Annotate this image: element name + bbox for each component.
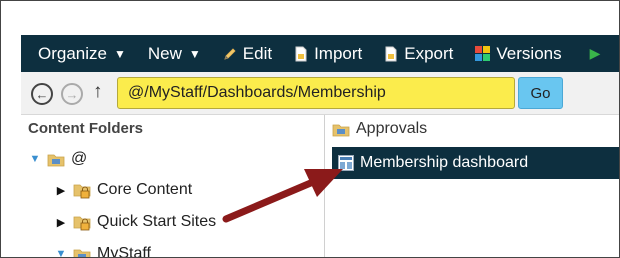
- new-menu-button[interactable]: New ▼: [148, 44, 201, 64]
- expand-triangle-icon[interactable]: ▼: [29, 153, 41, 165]
- collapse-triangle-icon[interactable]: ▶: [55, 216, 67, 229]
- caret-down-icon: ▼: [113, 46, 126, 61]
- list-item-label: Approvals: [356, 120, 428, 137]
- import-button[interactable]: Import: [294, 44, 362, 64]
- application-window: Organize ▼ New ▼ Edit Import Export Vers…: [0, 0, 620, 258]
- locked-folder-icon: [73, 216, 91, 230]
- edit-label: Edit: [242, 43, 273, 63]
- tree-item-quick-start-sites[interactable]: ▶ Quick Start Sites: [55, 213, 216, 231]
- import-document-icon: [295, 46, 307, 61]
- tree-item-root[interactable]: ▼ @: [29, 150, 88, 168]
- tree-item-core-content[interactable]: ▶ Core Content: [55, 181, 192, 199]
- up-arrow-icon[interactable]: ↑: [93, 81, 103, 103]
- content-folders-pane: Content Folders ▼ @ ▶ Core Content ▶ Qui…: [21, 115, 325, 258]
- list-item-approvals[interactable]: Approvals: [332, 120, 427, 138]
- folder-icon: [73, 249, 91, 257]
- top-blank-strip: [1, 1, 619, 35]
- organize-label: Organize: [38, 43, 107, 63]
- export-document-icon: [385, 46, 397, 61]
- caret-down-icon: ▼: [188, 46, 201, 61]
- back-arrow-icon[interactable]: ←: [31, 83, 53, 105]
- export-label: Export: [404, 43, 454, 63]
- main-toolbar: Organize ▼ New ▼ Edit Import Export Vers…: [21, 35, 619, 72]
- versions-grid-icon: [475, 46, 491, 61]
- versions-label: Versions: [496, 43, 562, 63]
- run-play-icon[interactable]: ▶: [590, 45, 601, 62]
- edit-button[interactable]: Edit: [223, 44, 272, 64]
- expand-triangle-icon[interactable]: ▼: [55, 248, 67, 257]
- go-button[interactable]: Go: [518, 77, 563, 109]
- dashboard-icon: [338, 155, 354, 171]
- versions-button[interactable]: Versions: [475, 43, 562, 64]
- path-input[interactable]: [117, 77, 515, 109]
- tree-item-mystaff[interactable]: ▼ MyStaff: [55, 245, 151, 258]
- folder-contents-pane: Approvals Membership dashboard: [326, 115, 619, 257]
- list-item-membership-dashboard[interactable]: Membership dashboard: [332, 147, 619, 179]
- tree-item-label: Quick Start Sites: [97, 213, 217, 230]
- tree-item-label: Core Content: [97, 181, 193, 198]
- export-button[interactable]: Export: [384, 44, 453, 64]
- tree-item-label: MyStaff: [97, 245, 151, 258]
- forward-arrow-icon[interactable]: →: [61, 83, 83, 105]
- pencil-icon: [224, 47, 236, 60]
- folder-icon: [47, 154, 65, 166]
- tree-item-label: @: [71, 150, 88, 167]
- content-folders-header: Content Folders: [28, 120, 143, 137]
- address-bar: ← → ↑ Go: [21, 72, 619, 115]
- list-item-label: Membership dashboard: [360, 154, 529, 171]
- import-label: Import: [314, 43, 363, 63]
- collapse-triangle-icon[interactable]: ▶: [55, 184, 67, 197]
- organize-menu-button[interactable]: Organize ▼: [38, 44, 126, 64]
- locked-folder-icon: [73, 184, 91, 198]
- new-label: New: [147, 43, 182, 63]
- folder-icon: [332, 124, 350, 136]
